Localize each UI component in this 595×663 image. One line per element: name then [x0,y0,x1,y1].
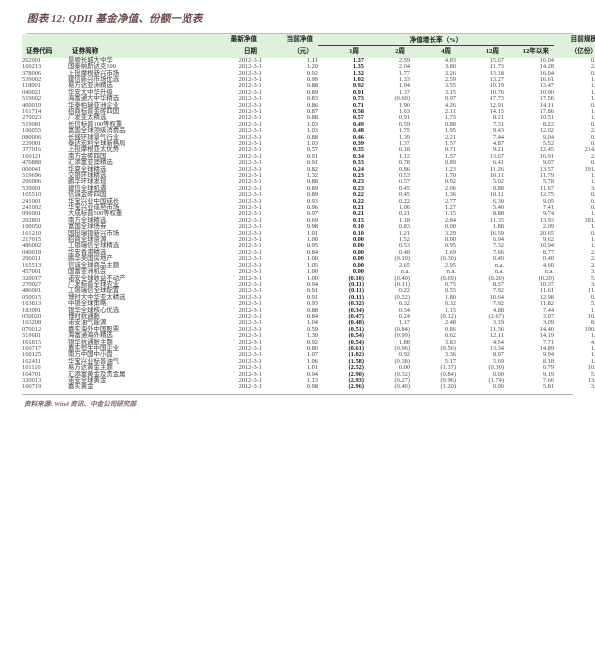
growth-2w: (0.40) [394,383,410,391]
col-header-name: 证券简称 [68,34,194,58]
col-header-w2: 2周 [364,45,410,58]
nav-date: 2012-3-1 [238,383,262,391]
col-header-date-line2: 日期 [194,45,262,58]
col-header-ytd: 12年以来 [504,45,555,58]
col-header-growth-group: 净值增长率（%） [318,34,555,47]
growth-4w: (1.20) [440,383,456,391]
fund-name: 嘉实黄金 [68,383,94,391]
col-header-scale-line1: 目前规模 [554,34,595,46]
table-row: 160719 嘉实黄金 2012-3-1 0.98 (2.96) (0.40) (1.20)… [22,383,595,391]
col-header-nav-line2: （元） [262,45,318,58]
col-header-w12: 12周 [456,45,504,58]
col-header-scale-line2: （亿份） [554,45,595,58]
source-note: 资料来源: Wind 资讯、中金公司研究部 [24,400,137,408]
fund-code: 160719 [22,383,42,391]
qdii-fund-table: 证券代码 证券简称 最新净值 当前净值 净值增长率（%） 目前规模 日期 （元）… [22,34,595,391]
col-header-date-line1: 最新净值 [194,34,262,46]
col-header-w4: 4周 [410,45,456,58]
header-row-top: 证券代码 证券简称 最新净值 当前净值 净值增长率（%） 目前规模 [22,34,595,58]
table-body: 262001 景顺长城大中华 2012-3-1 1.11 1.37 2.59 4.83 15.… [22,57,595,391]
col-header-w1: 1周 [318,45,364,58]
col-header-nav-line1: 当前净值 [262,34,318,46]
figure-title-area: 图表 12: QDII 基金净值、份额一览表 [0,0,595,31]
growth-ytd: 5.81 [542,383,555,391]
table-header: 证券代码 证券简称 最新净值 当前净值 净值增长率（%） 目前规模 日期 （元）… [22,34,595,58]
fund-scale: 3.82 [590,383,595,391]
page-title: 图表 12: QDII 基金净值、份额一览表 [27,14,203,25]
growth-1w: (2.96) [348,383,364,391]
current-nav: 0.98 [306,383,318,391]
col-header-code: 证券代码 [22,34,68,58]
growth-12w: 0.00 [492,383,504,391]
figure-page: 图表 12: QDII 基金净值、份额一览表 证券代码 证券简称 最新净值 当前… [0,0,595,663]
